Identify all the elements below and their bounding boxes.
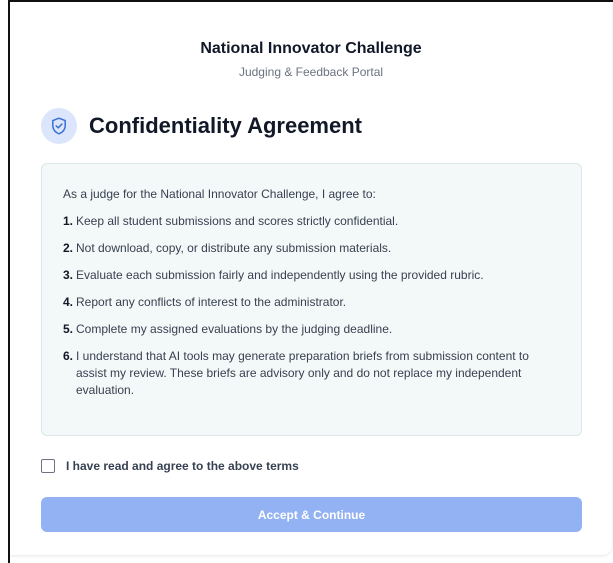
agree-terms-label[interactable]: I have read and agree to the above terms: [66, 459, 299, 473]
term-item: 3. Evaluate each submission fairly and i…: [63, 267, 561, 284]
term-text: Complete my assigned evaluations by the …: [76, 322, 393, 336]
agreement-title: Confidentiality Agreement: [89, 113, 362, 138]
term-number: 3.: [63, 268, 74, 282]
term-number: 6.: [63, 349, 74, 363]
term-number: 4.: [63, 295, 74, 309]
agreement-heading: Confidentiality Agreement: [41, 108, 362, 144]
term-text: Report any conflicts of interest to the …: [76, 295, 347, 309]
term-item: 1. Keep all student submissions and scor…: [63, 213, 561, 230]
terms-intro: As a judge for the National Innovator Ch…: [63, 187, 376, 201]
agreement-card: National Innovator Challenge Judging & F…: [10, 2, 612, 555]
portal-header: National Innovator Challenge Judging & F…: [10, 40, 612, 79]
term-item: 2. Not download, copy, or distribute any…: [63, 240, 561, 257]
app-subtitle: Judging & Feedback Portal: [238, 65, 384, 79]
term-text: I understand that AI tools may generate …: [76, 349, 529, 397]
agree-terms-row[interactable]: I have read and agree to the above terms: [41, 459, 299, 473]
app-title: National Innovator Challenge: [200, 40, 422, 57]
term-text: Not download, copy, or distribute any su…: [76, 241, 392, 255]
agree-terms-checkbox[interactable]: [41, 459, 55, 473]
term-item: 6. I understand that AI tools may genera…: [63, 348, 561, 399]
term-text: Keep all student submissions and scores …: [76, 214, 399, 228]
accept-continue-button[interactable]: Accept & Continue: [41, 497, 582, 532]
term-text: Evaluate each submission fairly and inde…: [76, 268, 484, 282]
shield-check-icon: [41, 108, 77, 144]
term-item: 5. Complete my assigned evaluations by t…: [63, 321, 561, 338]
term-number: 2.: [63, 241, 74, 255]
term-number: 5.: [63, 322, 74, 336]
terms-box: As a judge for the National Innovator Ch…: [41, 163, 582, 436]
term-number: 1.: [63, 214, 74, 228]
term-item: 4. Report any conflicts of interest to t…: [63, 294, 561, 311]
window-frame: National Innovator Challenge Judging & F…: [8, 0, 613, 563]
